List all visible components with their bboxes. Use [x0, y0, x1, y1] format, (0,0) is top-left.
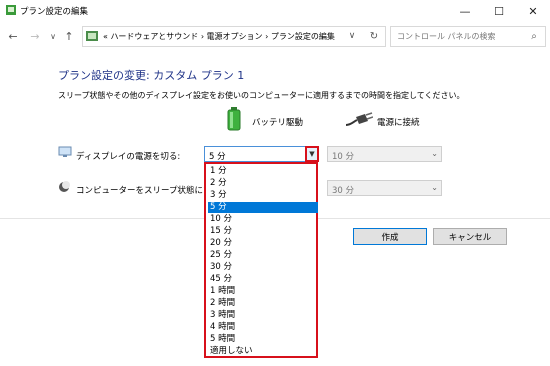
- power-options-icon: [6, 5, 16, 15]
- dropdown-option[interactable]: 5 時間: [208, 334, 318, 345]
- dropdown-option[interactable]: 4 時間: [208, 322, 318, 333]
- search-placeholder: コントロール パネルの検索: [397, 32, 496, 41]
- dropdown-option[interactable]: 10 分: [208, 214, 318, 225]
- back-button[interactable]: ←: [6, 28, 20, 44]
- display-off-label: ディスプレイの電源を切る:: [76, 152, 181, 162]
- maximize-button[interactable]: ☐: [482, 0, 516, 22]
- breadcrumb[interactable]: « ハードウェアとサウンド › 電源オプション › プラン設定の編集: [103, 31, 335, 42]
- dropdown-option[interactable]: 1 時間: [208, 286, 318, 297]
- dropdown-option[interactable]: 30 分: [208, 262, 318, 273]
- dropdown-option[interactable]: 20 分: [208, 238, 318, 249]
- dropdown-option[interactable]: 3 時間: [208, 310, 318, 321]
- chevron-down-icon: ⌄: [431, 183, 438, 192]
- dropdown-option[interactable]: 25 分: [208, 250, 318, 261]
- search-input[interactable]: コントロール パネルの検索 ⌕: [390, 26, 546, 47]
- create-button[interactable]: 作成: [353, 228, 427, 245]
- display-off-dropdown-list[interactable]: 1 分2 分3 分5 分 10 分 15 分 20 分 25 分 30 分 45 分1 時間…: [204, 162, 318, 358]
- display-off-battery-select[interactable]: 5 分 ▼: [204, 146, 319, 162]
- window: プラン設定の編集 — ☐ ✕ ← → ∨ ↑ « ハードウェアとサウンド › 電…: [0, 0, 550, 366]
- dropdown-option[interactable]: 2 時間: [208, 298, 318, 309]
- navigation-bar: ← → ∨ ↑ « ハードウェアとサウンド › 電源オプション › プラン設定の…: [0, 24, 550, 48]
- power-plug-icon: [345, 112, 373, 126]
- sleep-moon-icon: [59, 181, 70, 192]
- display-off-plugged-select[interactable]: 10 分 ⌄: [327, 146, 442, 162]
- title-bar: プラン設定の編集 — ☐ ✕: [0, 0, 550, 22]
- refresh-icon[interactable]: ↻: [367, 29, 381, 43]
- page-title: プラン設定の変更: カスタム プラン 1: [58, 69, 245, 82]
- display-off-battery-value: 5 分: [209, 152, 226, 162]
- dropdown-option[interactable]: 45 分: [208, 274, 318, 285]
- dropdown-option[interactable]: 15 分: [208, 226, 318, 237]
- dropdown-option[interactable]: 適用しない: [208, 346, 318, 357]
- battery-icon: [227, 107, 241, 131]
- minimize-button[interactable]: —: [448, 0, 482, 22]
- sleep-plugged-value: 30 分: [332, 186, 355, 196]
- dropdown-option[interactable]: 2 分: [208, 178, 318, 189]
- display-icon: [58, 146, 72, 157]
- control-panel-icon: [86, 31, 98, 41]
- forward-button[interactable]: →: [28, 28, 42, 44]
- address-bar[interactable]: « ハードウェアとサウンド › 電源オプション › プラン設定の編集 ∨ ↻: [82, 26, 386, 47]
- close-button[interactable]: ✕: [516, 0, 550, 22]
- page-description: スリープ状態やその他のディスプレイ設定をお使いのコンピューターに適用するまでの時…: [58, 91, 465, 100]
- up-button[interactable]: ↑: [62, 28, 76, 44]
- sleep-label: コンピューターをスリープ状態にする:: [76, 186, 223, 196]
- display-off-plugged-value: 10 分: [332, 152, 355, 162]
- sleep-plugged-select[interactable]: 30 分 ⌄: [327, 180, 442, 196]
- address-dropdown-icon[interactable]: ∨: [345, 29, 359, 43]
- recent-locations-dropdown[interactable]: ∨: [46, 28, 60, 44]
- on-battery-column-label: バッテリ駆動: [252, 118, 304, 128]
- chevron-down-icon: ⌄: [431, 149, 438, 158]
- dropdown-option[interactable]: 1 分: [208, 166, 318, 177]
- dropdown-option[interactable]: 5 分: [208, 202, 318, 213]
- cancel-button[interactable]: キャンセル: [433, 228, 507, 245]
- dropdown-option[interactable]: 3 分: [208, 190, 318, 201]
- chevron-down-icon[interactable]: ▼: [305, 146, 319, 162]
- plugged-in-column-label: 電源に接続: [377, 118, 420, 128]
- search-icon[interactable]: ⌕: [527, 29, 541, 43]
- window-title: プラン設定の編集: [20, 7, 89, 17]
